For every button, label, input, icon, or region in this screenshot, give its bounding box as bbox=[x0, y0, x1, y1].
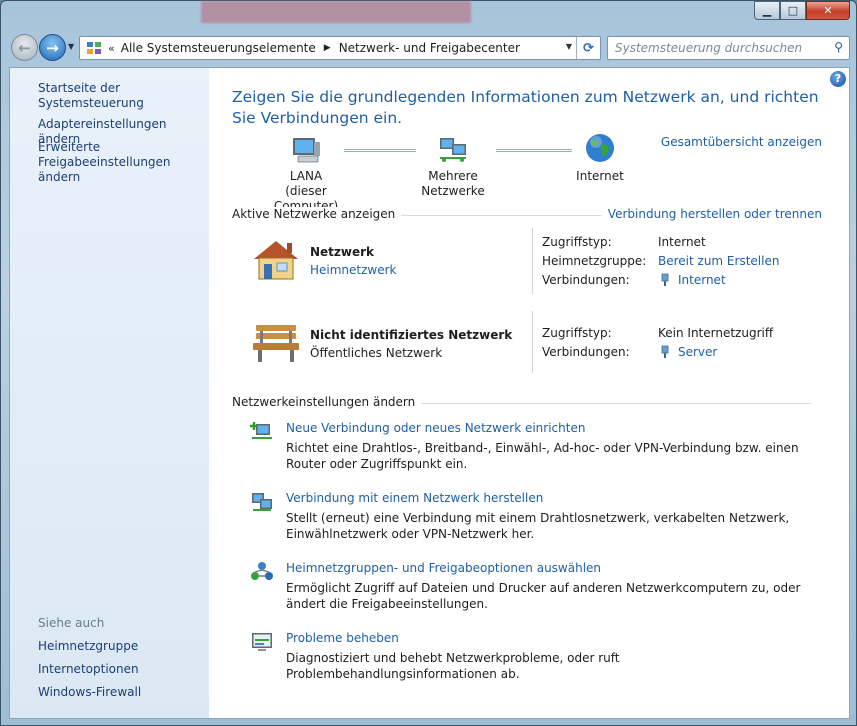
address-bar[interactable]: « Alle Systemsteuerungselemente ▶ Netzwe… bbox=[79, 36, 601, 60]
task-connect-desc: Stellt (erneut) eine Verbindung mit eine… bbox=[286, 511, 790, 541]
networks-label: Mehrere Netzwerke bbox=[421, 169, 485, 198]
recent-pages-dropdown-icon[interactable]: ▼ bbox=[68, 42, 74, 51]
task-troubleshoot-link[interactable]: Probleme beheben bbox=[286, 631, 399, 645]
search-input[interactable]: Systemsteuerung durchsuchen ⚲ bbox=[607, 36, 850, 60]
network-divider bbox=[532, 228, 533, 294]
network-type: Öffentliches Netzwerk bbox=[310, 346, 443, 360]
breadcrumb-network-center[interactable]: Netzwerk- und Freigabecenter bbox=[339, 41, 526, 55]
network-name: Nicht identifiziertes Netzwerk bbox=[310, 328, 513, 342]
map-connector bbox=[496, 149, 572, 152]
search-placeholder: Systemsteuerung durchsuchen bbox=[615, 41, 803, 55]
public-network-bench-icon bbox=[253, 325, 299, 362]
forward-button[interactable]: → bbox=[39, 34, 66, 61]
ethernet-icon bbox=[661, 273, 669, 286]
window-frame: ▁ □ ✕ ← → ▼ « Alle Systemsteuerungseleme… bbox=[0, 0, 857, 726]
task-troubleshoot-desc: Diagnostiziert und behebt Netzwerkproble… bbox=[286, 651, 620, 681]
globe-icon bbox=[586, 134, 614, 162]
full-map-link[interactable]: Gesamtübersicht anzeigen bbox=[661, 135, 822, 149]
back-button[interactable]: ← bbox=[11, 34, 38, 61]
sidebar-link-home[interactable]: Startseite der Systemsteuerung bbox=[38, 81, 209, 111]
network-type-link[interactable]: Heimnetzwerk bbox=[310, 263, 397, 277]
new-connection-icon bbox=[250, 422, 272, 439]
search-icon[interactable]: ⚲ bbox=[834, 40, 843, 54]
control-panel-icon bbox=[86, 41, 102, 55]
task-new-connection-desc: Richtet eine Drahtlos-, Breitband-, Einw… bbox=[286, 441, 799, 471]
task-connect-link[interactable]: Verbindung mit einem Netzwerk herstellen bbox=[286, 491, 543, 505]
access-type-value: Internet bbox=[658, 235, 706, 249]
sidebar-link-advanced-sharing[interactable]: Erweiterte Freigabeeinstellungen ändern bbox=[38, 140, 208, 185]
active-networks-heading: Aktive Netzwerke anzeigen bbox=[232, 207, 402, 221]
homegroup-label: Heimnetzgruppe: bbox=[542, 254, 647, 268]
task-homegroup-desc: Ermöglicht Zugriff auf Dateien und Druck… bbox=[286, 581, 801, 611]
home-network-icon bbox=[254, 241, 298, 280]
computer-icon bbox=[293, 138, 320, 163]
see-also-homegroup[interactable]: Heimnetzgruppe bbox=[38, 639, 138, 653]
access-type-label: Zugriffstyp: bbox=[542, 235, 612, 249]
computer-name: LANA bbox=[289, 169, 323, 183]
content-area: Startseite der Systemsteuerung Adapterei… bbox=[9, 67, 850, 719]
breadcrumb-all-control-panel[interactable]: Alle Systemsteuerungselemente bbox=[121, 41, 322, 55]
homegroup-link[interactable]: Bereit zum Erstellen bbox=[658, 254, 779, 268]
map-networks[interactable]: Mehrere Netzwerke bbox=[398, 136, 508, 199]
sidebar: Startseite der Systemsteuerung Adapterei… bbox=[10, 68, 209, 718]
breadcrumb-separator-icon[interactable]: ▶ bbox=[322, 43, 339, 53]
navigation-bar: ← → ▼ « Alle Systemsteuerungselemente ▶ … bbox=[9, 33, 850, 61]
connections-label: Verbindungen: bbox=[542, 345, 630, 359]
close-button[interactable]: ✕ bbox=[806, 1, 850, 20]
maximize-button[interactable]: □ bbox=[780, 1, 806, 20]
help-icon[interactable]: ? bbox=[830, 71, 846, 87]
access-type-value: Kein Internetzugriff bbox=[658, 326, 774, 340]
access-type-label: Zugriffstyp: bbox=[542, 326, 612, 340]
connection-link-server[interactable]: Server bbox=[678, 345, 717, 359]
window-controls: ▁ □ ✕ bbox=[754, 1, 850, 20]
minimize-button[interactable]: ▁ bbox=[754, 1, 780, 20]
map-computer[interactable]: LANA (dieser Computer) bbox=[254, 136, 358, 214]
page-title: Zeigen Sie die grundlegenden Information… bbox=[232, 88, 819, 127]
task-new-connection-link[interactable]: Neue Verbindung oder neues Netzwerk einr… bbox=[286, 421, 585, 435]
ethernet-icon bbox=[661, 345, 669, 358]
network-divider bbox=[532, 311, 533, 373]
homegroup-sharing-icon bbox=[251, 562, 273, 580]
see-also-windows-firewall[interactable]: Windows-Firewall bbox=[38, 685, 141, 699]
see-also-internet-options[interactable]: Internetoptionen bbox=[38, 662, 139, 676]
network-name: Netzwerk bbox=[310, 245, 375, 259]
task-homegroup-link[interactable]: Heimnetzgruppen- und Freigabeoptionen au… bbox=[286, 561, 601, 575]
main-panel: Zeigen Sie die grundlegenden Information… bbox=[232, 68, 832, 718]
connection-link-internet[interactable]: Internet bbox=[678, 273, 726, 287]
map-internet[interactable]: Internet bbox=[562, 132, 638, 184]
connect-to-network-icon bbox=[252, 493, 272, 511]
section-divider bbox=[382, 215, 632, 216]
title-bar bbox=[201, 1, 471, 23]
address-dropdown-icon[interactable]: ▼ bbox=[566, 42, 572, 51]
troubleshoot-icon bbox=[252, 633, 272, 651]
network-entry: Netzwerk Heimnetzwerk Zugriffstyp: Inter… bbox=[250, 228, 820, 298]
connections-label: Verbindungen: bbox=[542, 273, 630, 287]
section-divider bbox=[392, 403, 812, 404]
breadcrumb-overflow-icon[interactable]: « bbox=[108, 42, 115, 55]
network-entry: Nicht identifiziertes Netzwerk Öffentlic… bbox=[250, 311, 820, 381]
refresh-button[interactable]: ⟳ bbox=[576, 37, 600, 59]
network-settings-heading: Netzwerkeinstellungen ändern bbox=[232, 395, 422, 409]
connect-disconnect-link[interactable]: Verbindung herstellen oder trennen bbox=[601, 207, 822, 221]
multiple-networks-icon bbox=[440, 138, 466, 162]
internet-label: Internet bbox=[576, 169, 624, 183]
see-also-heading: Siehe auch bbox=[38, 616, 105, 630]
